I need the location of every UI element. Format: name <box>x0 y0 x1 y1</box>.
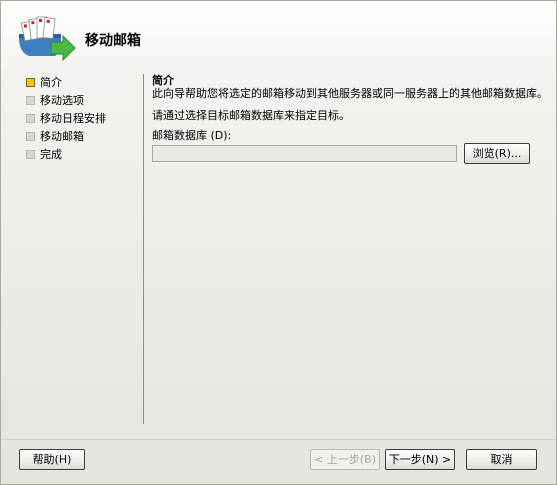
vertical-divider <box>143 74 144 424</box>
step-pending-icon <box>26 132 35 141</box>
step-label: 完成 <box>40 148 62 161</box>
content-panel: 简介 此向导帮助您将选定的邮箱移动到其他服务器或同一服务器上的其他邮箱数据库。 … <box>152 74 548 164</box>
page-title: 移动邮箱 <box>85 33 141 49</box>
footer-divider <box>1 439 556 440</box>
step-pending-icon <box>26 114 35 123</box>
description-text: 此向导帮助您将选定的邮箱移动到其他服务器或同一服务器上的其他邮箱数据库。 <box>152 87 548 100</box>
browse-button[interactable]: 浏览(R)... <box>464 143 530 164</box>
wizard-window: 移动邮箱 简介 移动选项 移动日程安排 移动邮箱 完成 简介 此向导帮助您将选定… <box>0 0 557 485</box>
section-title: 简介 <box>152 74 174 87</box>
step-label: 移动选项 <box>40 94 84 107</box>
mailbox-database-row: 浏览(R)... <box>152 143 544 164</box>
mailbox-move-icon <box>19 16 76 62</box>
step-pending-icon <box>26 96 35 105</box>
back-button[interactable]: < 上一步(B) <box>310 449 380 470</box>
instruction-text: 请通过选择目标邮箱数据库来指定目标。 <box>152 109 350 122</box>
step-label: 移动邮箱 <box>40 130 84 143</box>
cancel-button[interactable]: 取消 <box>466 449 537 470</box>
help-button[interactable]: 帮助(H) <box>19 449 85 470</box>
step-current-icon <box>26 78 35 87</box>
next-button[interactable]: 下一步(N) > <box>385 449 455 470</box>
mailbox-database-field[interactable] <box>152 145 457 162</box>
mailbox-database-label: 邮箱数据库 (D): <box>152 129 232 142</box>
step-label: 简介 <box>40 76 62 89</box>
step-label: 移动日程安排 <box>40 112 106 125</box>
step-pending-icon <box>26 150 35 159</box>
